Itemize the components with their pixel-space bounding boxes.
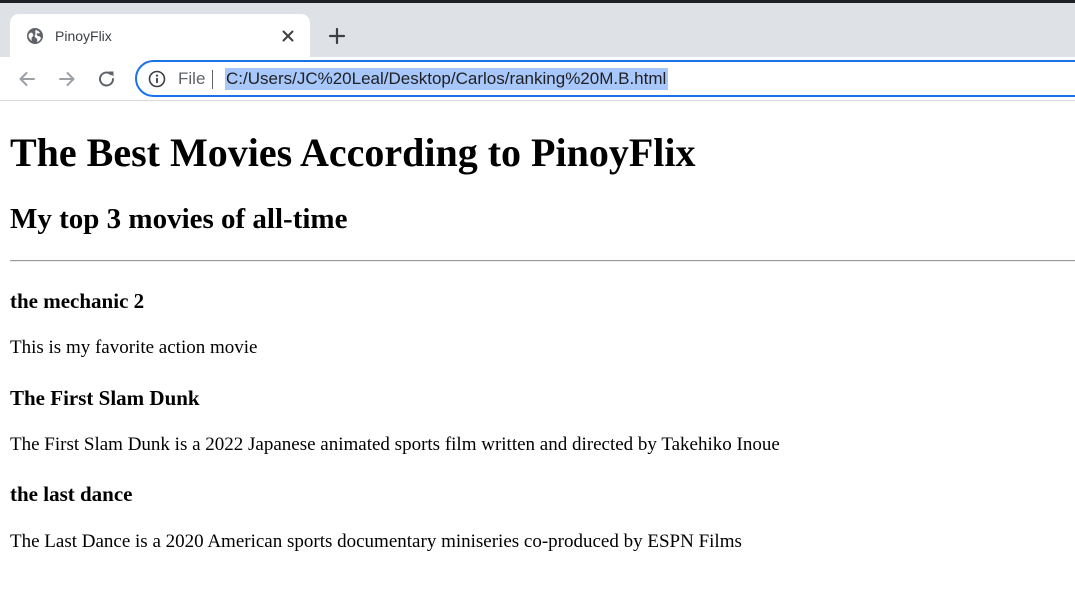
browser-window: PinoyFlix File C:/Users/JC%20Leal/Deskto…	[0, 0, 1075, 607]
movie-title: The First Slam Dunk	[10, 386, 200, 410]
movie-description: The Last Dance is a 2020 American sports…	[10, 531, 742, 552]
movie-title: the mechanic 2	[10, 289, 145, 313]
info-icon[interactable]	[148, 70, 166, 88]
movie-description: This is my favorite action movie	[10, 337, 258, 358]
plus-icon[interactable]	[326, 25, 348, 47]
arrow-right-icon[interactable]	[55, 67, 79, 91]
tab-pinoyflix[interactable]: PinoyFlix	[10, 14, 310, 60]
tab-title: PinoyFlix	[55, 28, 112, 44]
address-bar[interactable]: File C:/Users/JC%20Leal/Desktop/Carlos/r…	[135, 60, 1075, 97]
url-text[interactable]: C:/Users/JC%20Leal/Desktop/Carlos/rankin…	[225, 68, 669, 90]
globe-icon	[26, 27, 44, 45]
scheme-label: File	[178, 69, 206, 88]
page-content: The Best Movies According to PinoyFlix M…	[0, 102, 1075, 607]
tab-strip: PinoyFlix	[0, 0, 1075, 60]
page-subtitle: My top 3 movies of all-time	[10, 203, 348, 235]
reload-icon[interactable]	[95, 67, 119, 91]
toolbar: File C:/Users/JC%20Leal/Desktop/Carlos/r…	[0, 57, 1075, 101]
movie-title: the last dance	[10, 482, 133, 506]
movie-description: The First Slam Dunk is a 2022 Japanese a…	[10, 434, 780, 455]
horizontal-rule	[10, 260, 1075, 262]
scheme-separator	[212, 70, 213, 89]
arrow-left-icon[interactable]	[15, 67, 39, 91]
page-title: The Best Movies According to PinoyFlix	[10, 130, 696, 175]
close-icon[interactable]	[278, 26, 298, 46]
